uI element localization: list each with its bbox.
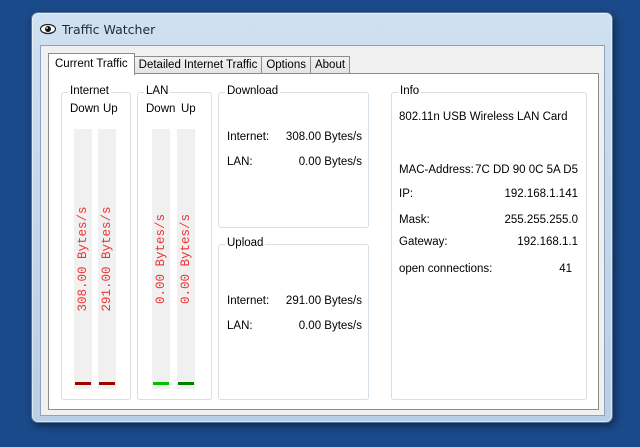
gateway-value: 192.168.1.1 [517,236,578,248]
internet-up-meter-bar [99,382,115,385]
title-bar[interactable]: Traffic Watcher [32,13,612,47]
gateway-label: Gateway: [399,236,448,248]
window-title: Traffic Watcher [62,22,156,37]
lan-up-meter-value: 0.00 Bytes/s [179,213,193,305]
internet-down-meter: 308.00 Bytes/s [74,129,92,389]
mask-label: Mask: [399,214,430,226]
internet-group-label: Internet [68,85,111,97]
client-area: Current Traffic Detailed Internet Traffi… [40,45,605,416]
ip-value: 192.168.1.141 [504,188,578,200]
adapter-name: 802.11n USB Wireless LAN Card [399,111,568,123]
internet-up-meter-value: 291.00 Bytes/s [100,206,114,312]
tab-options[interactable]: Options [261,56,311,74]
lan-up-meter-bar [178,382,194,385]
current-traffic-panel: Internet Down Up 308.00 Bytes/s 291.00 B… [48,73,599,410]
eye-icon [40,23,56,35]
upload-internet-label: Internet: [227,295,270,307]
download-group: Download Internet: 308.00 Bytes/s LAN: 0… [218,85,369,228]
internet-group: Internet Down Up 308.00 Bytes/s 291.00 B… [61,85,131,400]
internet-down-label: Down [70,103,100,115]
lan-down-meter: 0.00 Bytes/s [152,129,170,389]
open-connections-value: 41 [559,263,572,275]
mask-value: 255.255.255.0 [504,214,578,226]
upload-lan-value: 0.00 Bytes/s [298,320,362,332]
upload-group: Upload Internet: 291.00 Bytes/s LAN: 0.0… [218,237,369,400]
tab-detailed-internet-traffic[interactable]: Detailed Internet Traffic [133,56,263,74]
mac-address-label: MAC-Address: [399,164,474,176]
download-lan-value: 0.00 Bytes/s [298,156,362,168]
info-group: Info 802.11n USB Wireless LAN Card MAC-A… [391,85,587,400]
download-internet-label: Internet: [227,131,270,143]
tab-strip: Current Traffic Detailed Internet Traffi… [48,52,351,75]
internet-down-meter-value: 308.00 Bytes/s [76,206,90,312]
lan-down-meter-value: 0.00 Bytes/s [154,213,168,305]
traffic-watcher-window: Traffic Watcher Current Traffic Detailed… [31,12,613,423]
open-connections-label: open connections: [399,263,493,275]
lan-group-label: LAN [144,85,171,97]
upload-internet-value: 291.00 Bytes/s [285,295,362,307]
download-lan-label: LAN: [227,156,253,168]
lan-down-label: Down [146,103,176,115]
lan-up-label: Up [181,103,196,115]
ip-label: IP: [399,188,414,200]
lan-group: LAN Down Up 0.00 Bytes/s 0.00 Bytes/s [137,85,212,400]
internet-down-meter-bar [75,382,91,385]
tab-about[interactable]: About [309,56,351,74]
mac-address-value: 7C DD 90 0C 5A D5 [475,164,578,176]
internet-up-label: Up [103,103,118,115]
upload-lan-label: LAN: [227,320,253,332]
download-group-label: Download [225,85,281,97]
info-group-label: Info [398,85,422,97]
internet-up-meter: 291.00 Bytes/s [98,129,116,389]
upload-group-label: Upload [225,237,266,249]
lan-down-meter-bar [153,382,169,385]
tab-current-traffic[interactable]: Current Traffic [48,53,135,75]
download-internet-value: 308.00 Bytes/s [285,131,362,143]
lan-up-meter: 0.00 Bytes/s [177,129,195,389]
